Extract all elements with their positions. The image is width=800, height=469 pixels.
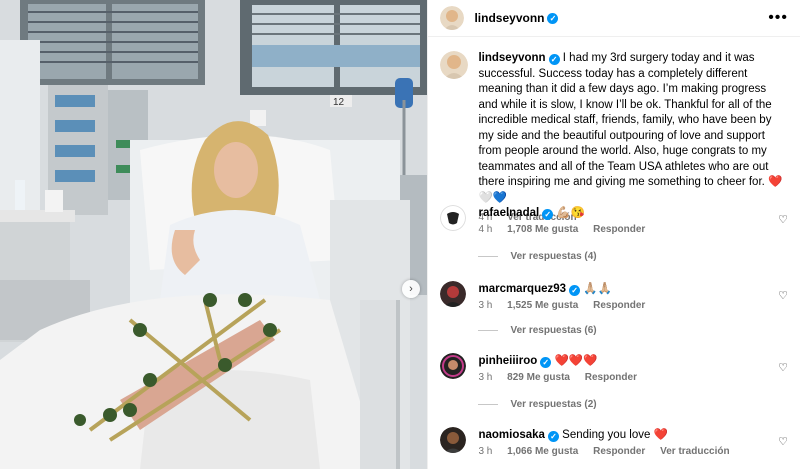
comment-likes[interactable]: 1,066 Me gusta bbox=[507, 446, 578, 457]
comment-time: 3 h bbox=[478, 372, 493, 383]
comment-text: ❤️❤️❤️ bbox=[554, 355, 598, 367]
view-replies-link[interactable]: Ver respuestas (4) bbox=[478, 251, 596, 262]
avatar[interactable] bbox=[440, 6, 465, 30]
view-replies-link[interactable]: Ver respuestas (6) bbox=[478, 325, 596, 336]
comment-text: Sending you love ❤️ bbox=[562, 429, 668, 441]
caption-text: I had my 3rd surgery today and it was su… bbox=[478, 52, 783, 204]
hospital-photo: 12 bbox=[0, 0, 428, 469]
reply-button[interactable]: Responder bbox=[593, 300, 645, 311]
comment-likes[interactable]: 829 Me gusta bbox=[507, 372, 570, 383]
post-caption: lindseyvonn ✓ I had my 3rd surgery today … bbox=[428, 37, 800, 226]
avatar[interactable] bbox=[440, 427, 467, 453]
avatar[interactable] bbox=[440, 353, 467, 379]
post-photo[interactable]: 12 › bbox=[0, 0, 428, 469]
reply-button[interactable]: Responder bbox=[593, 224, 645, 235]
avatar[interactable] bbox=[440, 205, 467, 231]
verified-icon: ✓ bbox=[547, 12, 559, 24]
view-replies-link[interactable]: Ver respuestas (2) bbox=[478, 399, 596, 410]
comment-text: 💪🏼😘 bbox=[556, 207, 586, 219]
see-translation-link[interactable]: Ver traducción bbox=[660, 446, 729, 457]
post-header: lindseyvonn ✓ ••• bbox=[428, 0, 800, 37]
comment-username[interactable]: naomiosaka bbox=[478, 429, 544, 441]
author-username[interactable]: lindseyvonn bbox=[474, 11, 544, 25]
comment-item: rafaelnadal ✓ 💪🏼😘 4 h 1,708 Me gusta Resp… bbox=[428, 205, 800, 235]
comment-text: 🙏🏼🙏🏼 bbox=[583, 283, 612, 295]
heart-icon[interactable]: ♡ bbox=[778, 213, 788, 226]
verified-icon: ✓ bbox=[569, 285, 581, 296]
heart-icon[interactable]: ♡ bbox=[778, 361, 788, 374]
reply-button[interactable]: Responder bbox=[585, 372, 637, 383]
verified-icon: ✓ bbox=[542, 209, 554, 220]
verified-icon: ✓ bbox=[548, 54, 560, 65]
verified-icon: ✓ bbox=[540, 357, 552, 368]
comment-time: 3 h bbox=[478, 300, 493, 311]
comment-item: pinheiiiroo ✓ ❤️❤️❤️ 3 h 829 Me gusta Res… bbox=[428, 353, 800, 383]
caption-username[interactable]: lindseyvonn bbox=[478, 52, 545, 64]
comment-username[interactable]: marcmarquez93 bbox=[478, 283, 566, 295]
comment-time: 4 h bbox=[478, 224, 493, 235]
room-number: 12 bbox=[333, 97, 345, 108]
comment-username[interactable]: pinheiiiroo bbox=[478, 355, 537, 367]
chevron-right-icon: › bbox=[409, 283, 413, 295]
comment-time: 3 h bbox=[478, 446, 493, 457]
avatar[interactable] bbox=[440, 51, 469, 79]
post-panel: lindseyvonn ✓ ••• lindseyvonn ✓ I had my … bbox=[427, 0, 800, 469]
more-options-icon[interactable]: ••• bbox=[768, 9, 788, 27]
verified-icon: ✓ bbox=[547, 431, 559, 442]
avatar[interactable] bbox=[440, 281, 467, 307]
comment-item: marcmarquez93 ✓ 🙏🏼🙏🏼 3 h 1,525 Me gusta R… bbox=[428, 281, 800, 311]
comment-likes[interactable]: 1,708 Me gusta bbox=[507, 224, 578, 235]
comment-likes[interactable]: 1,525 Me gusta bbox=[507, 300, 578, 311]
next-photo-button[interactable]: › bbox=[402, 280, 420, 298]
heart-icon[interactable]: ♡ bbox=[778, 289, 788, 302]
reply-button[interactable]: Responder bbox=[593, 446, 645, 457]
heart-icon[interactable]: ♡ bbox=[778, 435, 788, 448]
comment-username[interactable]: rafaelnadal bbox=[478, 207, 539, 219]
comment-item: naomiosaka ✓ Sending you love ❤️ 3 h 1,06… bbox=[428, 427, 800, 457]
